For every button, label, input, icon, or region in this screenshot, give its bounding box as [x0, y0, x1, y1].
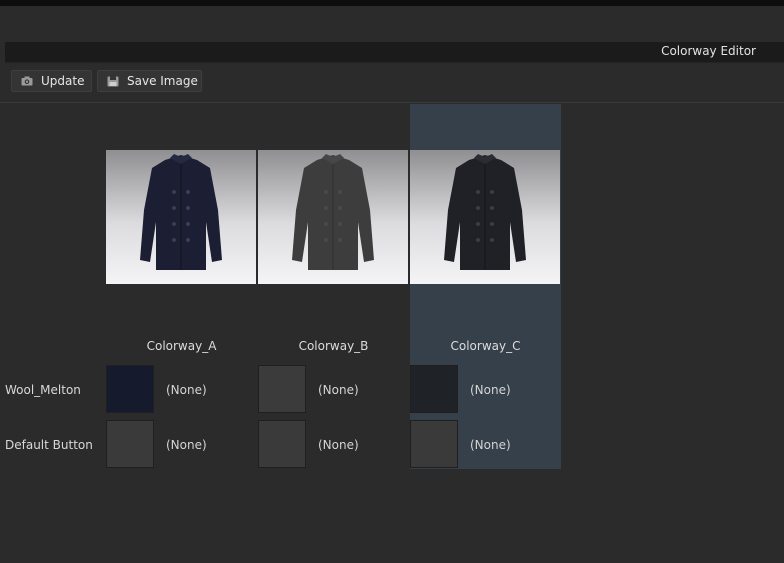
toolbar: Update Save Image [0, 66, 784, 103]
colorway-c-label[interactable]: Colorway_C [410, 339, 561, 353]
save-image-button[interactable]: Save Image [97, 70, 202, 92]
swatch-wool-melton-c[interactable] [410, 365, 458, 413]
colorway-b-label[interactable]: Colorway_B [258, 339, 409, 353]
colorway-b-thumbnail[interactable] [258, 150, 408, 284]
material-value: (None) [470, 438, 511, 452]
material-value: (None) [166, 438, 207, 452]
swatch-wool-melton-b[interactable] [258, 365, 306, 413]
material-value: (None) [470, 383, 511, 397]
panel-header: Colorway Editor [5, 42, 784, 63]
swatch-wool-melton-a[interactable] [106, 365, 154, 413]
update-button-label: Update [41, 74, 85, 88]
row-label-wool-melton: Wool_Melton [5, 383, 81, 397]
swatch-default-button-b[interactable] [258, 420, 306, 468]
save-image-button-label: Save Image [127, 74, 198, 88]
row-label-default-button: Default Button [5, 438, 93, 452]
material-value: (None) [166, 383, 207, 397]
window-top-strip [0, 0, 784, 6]
camera-icon [21, 76, 33, 86]
colorway-a-thumbnail[interactable] [106, 150, 256, 284]
swatch-default-button-c[interactable] [410, 420, 458, 468]
floppy-disk-icon [107, 76, 119, 87]
panel-title: Colorway Editor [661, 44, 756, 58]
update-button[interactable]: Update [11, 70, 92, 92]
material-value: (None) [318, 438, 359, 452]
colorway-a-label[interactable]: Colorway_A [106, 339, 257, 353]
swatch-default-button-a[interactable] [106, 420, 154, 468]
colorway-c-thumbnail[interactable] [410, 150, 560, 284]
material-value: (None) [318, 383, 359, 397]
